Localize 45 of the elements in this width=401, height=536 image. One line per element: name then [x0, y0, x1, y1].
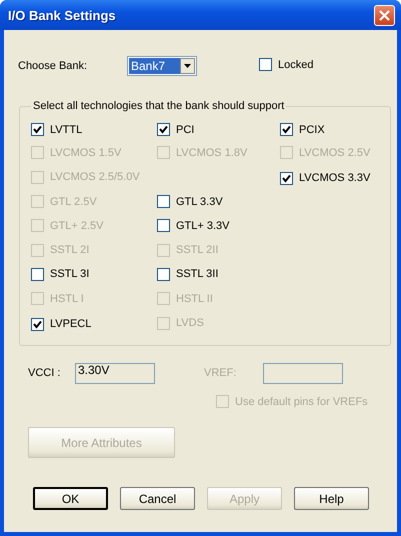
default-pins-label: Use default pins for VREFs [235, 396, 368, 408]
technology-label: LVCMOS 2.5/5.0V [50, 171, 140, 184]
checkbox[interactable] [157, 268, 170, 281]
technology-label: LVDS [176, 317, 204, 330]
technology-label: LVTTL [50, 124, 82, 136]
locked-label: Locked [278, 58, 314, 70]
technology-label: GTL+ 3.3V [176, 220, 230, 232]
checkbox[interactable] [280, 123, 293, 136]
technology-label: LVCMOS 2.5V [299, 146, 370, 159]
technology-label: GTL 2.5V [50, 196, 97, 208]
checkbox[interactable] [259, 58, 272, 71]
technology-label: HSTL II [176, 292, 213, 305]
checkbox[interactable] [31, 123, 44, 136]
technology-label: PCIX [299, 124, 325, 136]
checkbox[interactable] [157, 219, 170, 232]
technology-label: PCI [176, 124, 194, 136]
close-icon [379, 10, 390, 20]
dialog-button[interactable]: OK [33, 487, 108, 510]
checkbox[interactable] [31, 318, 44, 331]
dialog-button[interactable]: Help [294, 487, 369, 510]
technology-label: SSTL 3I [50, 268, 90, 280]
technology-label: SSTL 2II [176, 244, 218, 256]
checkbox[interactable] [31, 268, 44, 281]
technology-label: GTL+ 2.5V [50, 220, 104, 232]
vcci-label: VCCI : [27, 367, 62, 379]
window-title: I/O Bank Settings [8, 8, 116, 22]
checkbox[interactable] [157, 195, 170, 208]
bank-dropdown[interactable]: Bank7 [127, 56, 197, 76]
bank-label: Choose Bank: [17, 60, 88, 72]
vcci-field[interactable]: 3.30V [75, 362, 155, 384]
technology-label: LVPECL [50, 318, 92, 330]
caret-icon [184, 64, 191, 68]
vref-label: VREF: [204, 367, 238, 379]
checkbox[interactable] [157, 123, 170, 136]
technology-label: SSTL 2I [50, 244, 90, 256]
technology-label: LVCMOS 3.3V [299, 172, 370, 184]
technology-label: LVCMOS 1.5V [50, 146, 122, 159]
technology-label: SSTL 3II [176, 268, 218, 280]
technology-label: GTL 3.3V [176, 196, 223, 208]
close-button[interactable] [374, 4, 395, 26]
technology-label: LVCMOS 1.8V [176, 146, 248, 159]
dialog-button[interactable]: Cancel [120, 487, 195, 510]
group-title: Select all technologies that the bank should support [32, 100, 286, 112]
checkbox[interactable] [280, 172, 293, 185]
technology-label: HSTL I [50, 292, 84, 305]
